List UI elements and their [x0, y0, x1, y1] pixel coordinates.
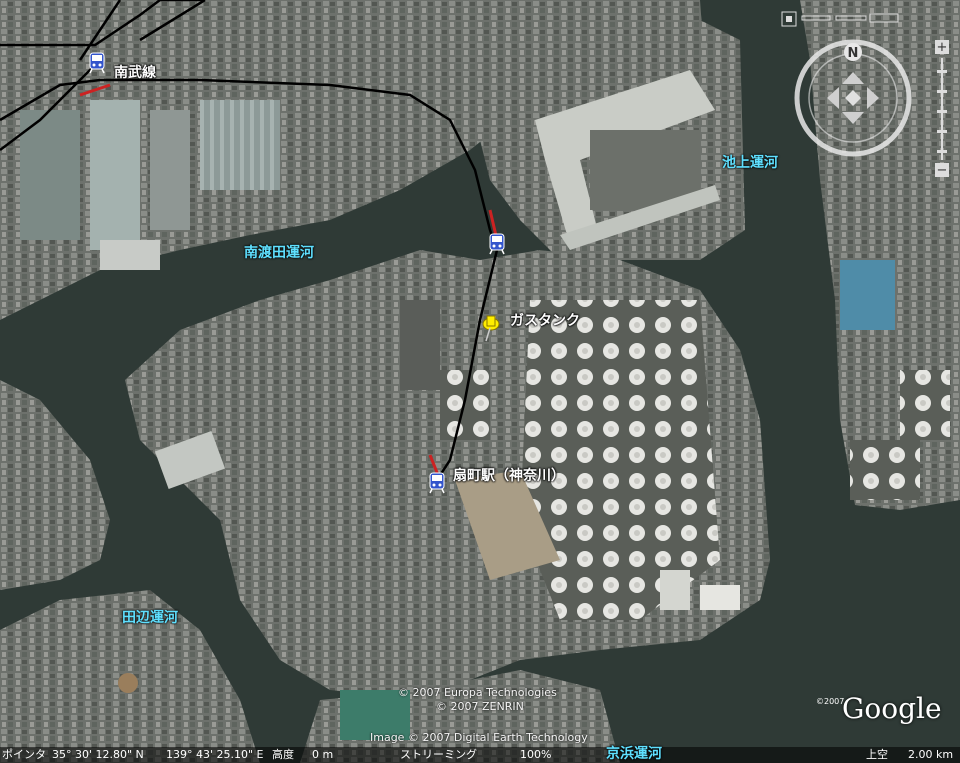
navigation-control[interactable]: N + −: [780, 10, 960, 190]
streaming-value: 100%: [520, 748, 552, 761]
attribution-europa: © 2007 Europa Technologies: [398, 686, 557, 699]
map-label-ogimachi-station[interactable]: 扇町駅（神奈川）: [453, 465, 565, 485]
pan-up-icon[interactable]: [842, 72, 864, 84]
zoom-out-label: −: [937, 163, 948, 178]
center-hand-icon[interactable]: [845, 90, 861, 106]
elevation-value: 0 m: [312, 748, 334, 761]
longitude-readout: 139° 43' 25.10" E: [166, 748, 264, 761]
map-label-keihin-canal[interactable]: 京浜運河: [606, 743, 662, 763]
pan-right-icon[interactable]: [867, 87, 879, 109]
logo-copyright: ©2007: [816, 697, 845, 706]
eye-altitude-label: 上空: [866, 748, 888, 761]
map-label-gas-tank[interactable]: ガスタンク: [510, 310, 580, 330]
attribution-zenrin: © 2007 ZENRIN: [436, 700, 524, 713]
latitude-readout: 35° 30' 12.80" N: [52, 748, 144, 761]
elevation-label: 高度: [272, 748, 294, 761]
status-bar: ポインタ 35° 30' 12.80" N 139° 43' 25.10" E …: [0, 747, 960, 763]
eye-altitude-value: 2.00 km: [908, 748, 954, 761]
streaming-label: ストリーミング: [400, 748, 477, 761]
placemark-pin-icon[interactable]: [478, 312, 504, 342]
zoom-in-label: +: [937, 40, 948, 55]
map-label-nambu-line[interactable]: 南武線: [114, 62, 156, 82]
train-station-icon[interactable]: [428, 472, 446, 494]
map-label-ikegami-canal[interactable]: 池上運河: [722, 152, 778, 172]
google-logo: Google: [842, 692, 942, 725]
train-station-icon[interactable]: [488, 233, 506, 255]
map-label-minami-watarida-canal[interactable]: 南渡田運河: [244, 242, 314, 262]
pointer-label: ポインタ: [2, 748, 46, 761]
pan-down-icon[interactable]: [842, 112, 864, 124]
pan-left-icon[interactable]: [827, 87, 839, 109]
map-label-tanabe-canal[interactable]: 田辺運河: [122, 607, 178, 627]
north-letter: N: [848, 46, 859, 61]
attribution-imagery: Image © 2007 Digital Earth Technology: [370, 731, 588, 744]
train-station-icon[interactable]: [88, 52, 106, 74]
